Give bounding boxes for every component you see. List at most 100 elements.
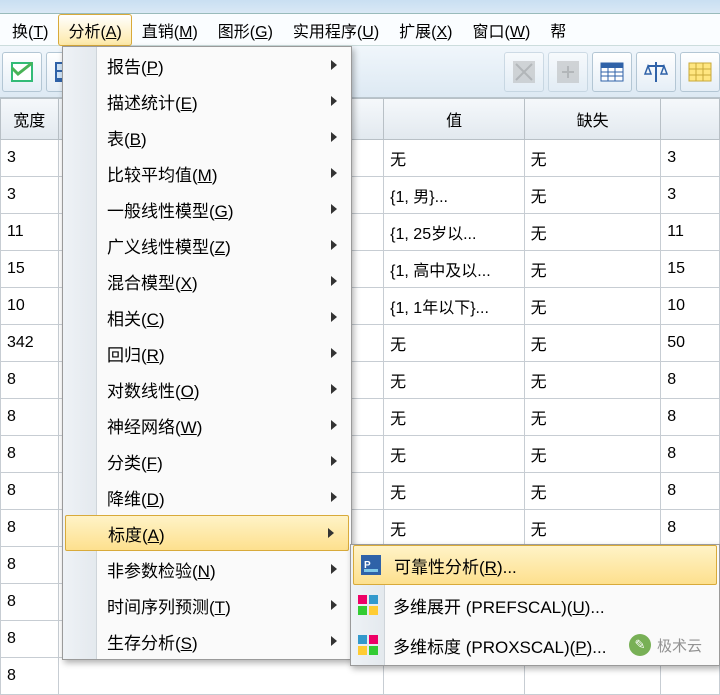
reliability-icon: P [360, 554, 382, 576]
cell[interactable]: {1, 25岁以... [384, 214, 524, 251]
chevron-right-icon [331, 600, 337, 610]
cell[interactable]: 无 [525, 251, 662, 288]
menu-item-N[interactable]: 非参数检验(N) [63, 551, 351, 587]
cell[interactable]: 3 [0, 177, 59, 214]
cell[interactable]: 10 [661, 288, 720, 325]
cell[interactable]: 8 [661, 436, 720, 473]
cell[interactable]: 8 [661, 362, 720, 399]
toolbar-button-scales[interactable] [636, 52, 676, 92]
cell[interactable]: 无 [384, 362, 524, 399]
chevron-right-icon [331, 420, 337, 430]
cell[interactable]: 8 [0, 362, 59, 399]
cell[interactable]: 3 [0, 140, 59, 177]
menu-item-S[interactable]: 生存分析(S) [63, 623, 351, 659]
cell[interactable]: 342 [0, 325, 59, 362]
chevron-right-icon [331, 348, 337, 358]
menu-A[interactable]: 分析(A) [58, 14, 131, 46]
cell[interactable]: 8 [0, 510, 59, 547]
cell[interactable]: 无 [384, 510, 524, 547]
cell[interactable]: 无 [525, 473, 662, 510]
menu-item-W[interactable]: 神经网络(W) [63, 407, 351, 443]
cell[interactable]: 无 [525, 177, 662, 214]
cell[interactable]: 无 [525, 214, 662, 251]
chevron-right-icon [328, 528, 334, 538]
cell[interactable]: 11 [661, 214, 720, 251]
chevron-right-icon [331, 312, 337, 322]
cell[interactable]: 无 [384, 436, 524, 473]
menu-7[interactable]: 帮 [540, 14, 576, 46]
toolbar-button-table[interactable] [592, 52, 632, 92]
cell[interactable]: 10 [0, 288, 59, 325]
cell[interactable]: 无 [525, 325, 662, 362]
menu-M[interactable]: 直销(M) [132, 14, 208, 46]
cell[interactable] [59, 658, 384, 695]
cell[interactable]: 3 [661, 177, 720, 214]
toolbar-button-1[interactable] [2, 52, 42, 92]
cell[interactable]: 无 [525, 399, 662, 436]
chevron-right-icon [331, 564, 337, 574]
cell[interactable]: 无 [525, 510, 662, 547]
menu-W[interactable]: 窗口(W) [463, 14, 541, 46]
column-header[interactable]: 值 [384, 98, 524, 140]
cell[interactable]: 8 [0, 658, 59, 695]
submenu-item-0[interactable]: P 可靠性分析(R)... [353, 545, 717, 585]
window-titlebar [0, 0, 720, 14]
menu-item-E[interactable]: 描述统计(E) [63, 83, 351, 119]
column-header[interactable]: 缺失 [525, 98, 662, 140]
cell[interactable]: 50 [661, 325, 720, 362]
cell[interactable]: 8 [0, 436, 59, 473]
cell[interactable]: 无 [384, 473, 524, 510]
cell[interactable]: {1, 1年以下}... [384, 288, 524, 325]
submenu-label: 多维标度 (PROXSCAL)(P)... [393, 633, 606, 658]
cell[interactable]: 8 [661, 399, 720, 436]
submenu-label: 可靠性分析(R)... [394, 553, 517, 578]
menu-item-B[interactable]: 表(B) [63, 119, 351, 155]
cell[interactable]: 无 [525, 362, 662, 399]
cell[interactable]: 11 [0, 214, 59, 251]
cell[interactable]: 8 [0, 473, 59, 510]
cell[interactable]: 8 [661, 473, 720, 510]
submenu-item-1[interactable]: 多维展开 (PREFSCAL)(U)... [351, 585, 719, 625]
menu-item-X[interactable]: 混合模型(X) [63, 263, 351, 299]
column-header[interactable] [661, 98, 720, 140]
menu-item-O[interactable]: 对数线性(O) [63, 371, 351, 407]
grid4b-icon [357, 634, 379, 656]
cell[interactable]: 8 [0, 621, 59, 658]
cell[interactable]: {1, 男}... [384, 177, 524, 214]
menu-item-A[interactable]: 标度(A) [65, 515, 349, 551]
menu-item-Z[interactable]: 广义线性模型(Z) [63, 227, 351, 263]
column-header[interactable]: 宽度 [0, 98, 59, 140]
dropdown-items: 报告(P)描述统计(E)表(B)比较平均值(M)一般线性模型(G)广义线性模型(… [63, 47, 351, 659]
cell[interactable]: 无 [384, 140, 524, 177]
toolbar-button-dim1 [504, 52, 544, 92]
cell[interactable]: 8 [0, 584, 59, 621]
toolbar-button-calendar[interactable] [680, 52, 720, 92]
chevron-right-icon [331, 96, 337, 106]
cell[interactable]: 8 [0, 547, 59, 584]
cell[interactable]: 无 [525, 436, 662, 473]
cell[interactable]: 无 [384, 325, 524, 362]
cell[interactable]: {1, 高中及以... [384, 251, 524, 288]
wechat-icon: ✎ [629, 634, 651, 656]
menu-X[interactable]: 扩展(X) [389, 14, 462, 46]
cell[interactable]: 无 [384, 399, 524, 436]
menu-item-F[interactable]: 分类(F) [63, 443, 351, 479]
menu-G[interactable]: 图形(G) [208, 14, 283, 46]
menu-item-P[interactable]: 报告(P) [63, 47, 351, 83]
menu-U[interactable]: 实用程序(U) [283, 14, 389, 46]
menu-item-G[interactable]: 一般线性模型(G) [63, 191, 351, 227]
cell[interactable]: 15 [661, 251, 720, 288]
menu-item-R[interactable]: 回归(R) [63, 335, 351, 371]
menu-item-M[interactable]: 比较平均值(M) [63, 155, 351, 191]
cell[interactable]: 8 [661, 510, 720, 547]
cell[interactable]: 3 [661, 140, 720, 177]
toolbar-button-dim2 [548, 52, 588, 92]
menu-item-T[interactable]: 时间序列预测(T) [63, 587, 351, 623]
menu-item-D[interactable]: 降维(D) [63, 479, 351, 515]
cell[interactable]: 无 [525, 140, 662, 177]
cell[interactable]: 15 [0, 251, 59, 288]
cell[interactable]: 无 [525, 288, 662, 325]
cell[interactable]: 8 [0, 399, 59, 436]
menu-item-C[interactable]: 相关(C) [63, 299, 351, 335]
menu-T[interactable]: 换(T) [2, 14, 58, 46]
